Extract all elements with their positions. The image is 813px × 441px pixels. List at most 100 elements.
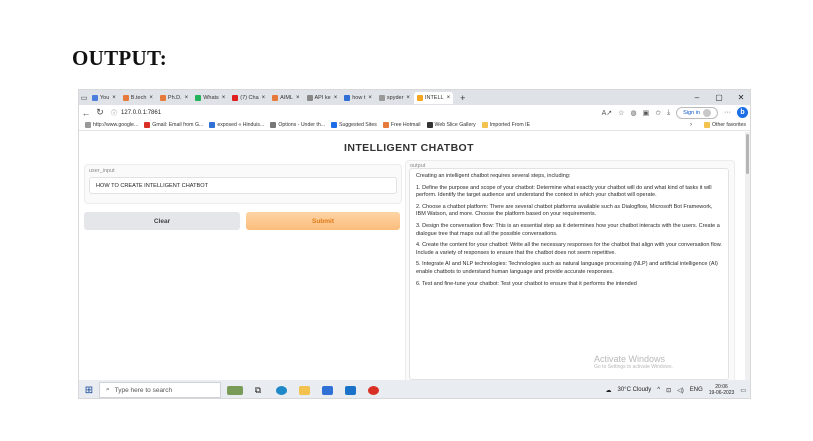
browser-tab[interactable]: AIML ×: [269, 92, 302, 104]
minimize-icon[interactable]: –: [686, 93, 708, 102]
favorite-icon: [209, 122, 216, 128]
tab-close-icon[interactable]: ×: [185, 95, 189, 101]
other-favorites-folder[interactable]: Other favorites: [703, 122, 746, 128]
language-indicator[interactable]: ENG: [690, 387, 703, 393]
search-icon: ⌕: [106, 386, 110, 393]
tab-close-icon[interactable]: ×: [406, 95, 410, 101]
restore-icon[interactable]: ▢: [708, 93, 730, 102]
page-title: INTELLIGENT CHATBOT: [344, 142, 474, 154]
tab-favicon-icon: [232, 94, 239, 101]
read-aloud-icon[interactable]: A↗: [602, 109, 613, 117]
back-icon[interactable]: ←: [79, 108, 93, 118]
favorite-label: http://www.google...: [93, 122, 139, 128]
toolbar-right: A↗ ☆ ◍ ▣ ✩ ⤓ Sign in ··· b: [602, 106, 750, 119]
tab-close-icon[interactable]: ×: [447, 95, 451, 101]
file-explorer-icon[interactable]: [295, 383, 313, 397]
tab-favicon-icon: [378, 94, 385, 101]
favorites-icon[interactable]: ✩: [655, 109, 661, 117]
clear-button[interactable]: Clear: [84, 212, 240, 230]
downloads-icon[interactable]: ⤓: [667, 109, 670, 117]
system-tray: ☁ 30°C Cloudy ^ ⊡ ◁) ENG 20:06 19-06-202…: [606, 384, 751, 396]
store-icon[interactable]: [318, 383, 336, 397]
network-icon[interactable]: ⊡: [666, 387, 671, 394]
tray-chevron-icon[interactable]: ^: [657, 387, 660, 393]
favorite-label: Web Slice Gallery: [434, 122, 476, 128]
browser-tab[interactable]: how t ×: [341, 92, 375, 104]
document-heading: OUTPUT:: [72, 46, 168, 70]
tab-close-icon[interactable]: ×: [149, 95, 153, 101]
extension-icon[interactable]: ◍: [630, 109, 636, 117]
site-info-icon[interactable]: ⓘ: [111, 108, 117, 117]
taskbar-widget-icon[interactable]: [226, 383, 244, 397]
output-paragraph: Creating an intelligent chatbot requires…: [416, 173, 571, 179]
favorite-item[interactable]: exposed « Hinduis...: [209, 122, 264, 128]
tab-close-icon[interactable]: ×: [112, 95, 116, 101]
more-menu-icon[interactable]: ···: [724, 109, 731, 116]
browser-tab[interactable]: B.tech ×: [120, 92, 156, 104]
favorite-item[interactable]: Web Slice Gallery: [426, 122, 476, 128]
tab-title: AIML: [280, 94, 293, 101]
browser-tab[interactable]: You ×: [89, 92, 119, 104]
tab-close-icon[interactable]: ×: [296, 95, 300, 101]
close-window-icon[interactable]: ✕: [730, 93, 750, 102]
browser-tab[interactable]: spyder ×: [376, 92, 413, 104]
output-textbox[interactable]: Creating an intelligent chatbot requires…: [409, 168, 729, 380]
weather-icon[interactable]: ☁: [606, 387, 612, 394]
tab-close-icon[interactable]: ×: [368, 95, 372, 101]
input-panel: user_input HOW TO CREATE INTELLIGENT CHA…: [84, 164, 402, 204]
chrome-icon[interactable]: [364, 383, 382, 397]
scrollbar-thumb[interactable]: [746, 134, 749, 174]
bing-icon[interactable]: b: [737, 107, 748, 118]
output-paragraph: 6. Test and fine-tune your chatbot: Test…: [416, 280, 637, 287]
output-paragraph: 1. Define the purpose and scope of your …: [416, 184, 712, 199]
volume-icon[interactable]: ◁): [677, 387, 684, 394]
url-field[interactable]: ⓘ 127.0.0.1:7861: [111, 107, 451, 118]
tab-title: Whats: [203, 94, 219, 101]
search-placeholder: Type here to search: [114, 386, 173, 394]
favorite-label: Suggested Sites: [339, 122, 377, 128]
tab-close-icon[interactable]: ×: [222, 95, 226, 101]
weather-text[interactable]: 30°C Cloudy: [618, 387, 652, 393]
sign-in-button[interactable]: Sign in: [676, 106, 718, 119]
favorite-star-icon[interactable]: ☆: [618, 109, 624, 117]
task-view-icon[interactable]: ⧉: [249, 383, 267, 397]
watermark-title: Activate Windows: [594, 354, 666, 364]
tab-title: You: [100, 94, 110, 101]
new-tab-button[interactable]: +: [454, 93, 471, 103]
favorite-label: Free Hotmail: [390, 122, 421, 128]
mail-icon[interactable]: [341, 383, 359, 397]
favorite-item[interactable]: Gmail: Email from G...: [144, 122, 203, 128]
browser-tab[interactable]: INTELL ×: [413, 91, 454, 104]
chatbot-app: INTELLIGENT CHATBOT user_input HOW TO CR…: [79, 132, 750, 384]
windows-start-icon[interactable]: ⊞: [79, 380, 99, 398]
chevron-right-icon[interactable]: ›: [690, 122, 692, 128]
output-paragraph: 3. Design the conversation flow: This is…: [416, 222, 720, 237]
submit-button[interactable]: Submit: [246, 212, 400, 230]
browser-tab[interactable]: (7) Cha ×: [229, 92, 268, 104]
tab-title: spyder: [386, 94, 404, 101]
favorite-item[interactable]: http://www.google...: [85, 122, 138, 128]
window-controls: – ▢ ✕: [686, 93, 750, 102]
edge-taskbar-icon[interactable]: [272, 383, 290, 397]
browser-tab[interactable]: Ph.D. ×: [157, 92, 191, 104]
tab-close-icon[interactable]: ×: [262, 95, 266, 101]
favorite-item[interactable]: Options - Under th...: [270, 122, 325, 128]
favorite-item[interactable]: Suggested Sites: [331, 122, 377, 128]
favorite-item[interactable]: Imported From IE: [481, 122, 530, 128]
window-menu-icon[interactable]: ▭: [79, 94, 89, 102]
favorite-item[interactable]: Free Hotmail: [382, 122, 421, 128]
user-input-field[interactable]: HOW TO CREATE INTELLIGENT CHATBOT: [89, 177, 397, 194]
browser-tab[interactable]: API ke ×: [304, 92, 341, 104]
tab-close-icon[interactable]: ×: [334, 95, 338, 101]
url-text: 127.0.0.1:7861: [121, 109, 162, 116]
tab-title: how t: [352, 94, 366, 101]
page-scrollbar[interactable]: [745, 132, 750, 380]
clock[interactable]: 20:06 19-06-2023: [709, 384, 735, 396]
tab-favicon-icon: [195, 94, 202, 101]
browser-tab[interactable]: Whats ×: [192, 92, 228, 104]
taskbar-search-input[interactable]: ⌕ Type here to search: [99, 382, 221, 398]
notifications-icon[interactable]: ▭: [740, 387, 746, 394]
collections-icon[interactable]: ▣: [643, 109, 650, 117]
favorite-icon: [426, 122, 433, 128]
reload-icon[interactable]: ↻: [93, 107, 107, 118]
